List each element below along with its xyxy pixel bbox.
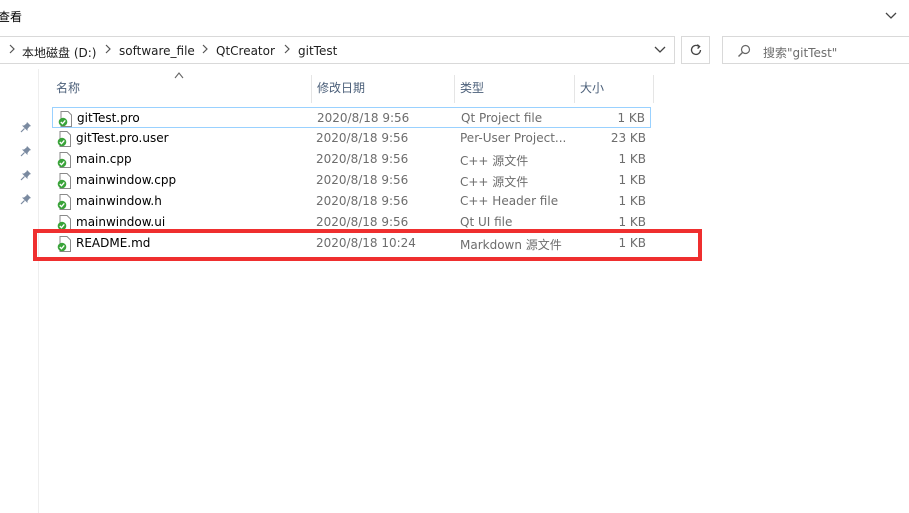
file-row[interactable]: mainwindow.h 2020/8/18 9:56 C++ Header f… — [52, 191, 651, 212]
file-size: 23 KB — [610, 131, 646, 145]
chevron-down-icon[interactable] — [883, 7, 899, 23]
column-header-row: 名称 修改日期 类型 大小 — [38, 72, 658, 103]
chevron-right-icon[interactable] — [9, 44, 15, 54]
search-input[interactable]: 搜索"gitTest" — [722, 36, 909, 64]
file-name: gitTest.pro.user — [76, 131, 169, 145]
ribbon-menu: 查看 — [0, 0, 909, 32]
file-row[interactable]: mainwindow.cpp 2020/8/18 9:56 C++ 源文件 1 … — [52, 170, 651, 191]
file-type: Qt UI file — [460, 215, 513, 229]
column-header-size[interactable]: 大小 — [580, 73, 604, 103]
highlight-annotation-box — [33, 229, 702, 261]
file-synced-icon — [57, 131, 71, 147]
file-synced-icon — [57, 194, 71, 210]
chevron-right-icon[interactable] — [284, 44, 290, 54]
file-type: Qt Project file — [461, 111, 543, 125]
address-bar[interactable]: 本地磁盘 (D:) software_file QtCreator gitTes… — [0, 36, 675, 64]
file-size: 1 KB — [618, 173, 646, 187]
file-modified: 2020/8/18 9:56 — [316, 194, 409, 208]
file-type: C++ Header file — [460, 194, 559, 208]
chevron-right-icon[interactable] — [105, 44, 111, 54]
view-tab[interactable]: 查看 — [0, 8, 22, 25]
file-synced-icon — [57, 152, 71, 168]
file-modified: 2020/8/18 9:56 — [316, 173, 409, 187]
column-header-name[interactable]: 名称 — [56, 73, 80, 103]
file-size: 1 KB — [618, 215, 646, 229]
search-placeholder: 搜索"gitTest" — [763, 46, 838, 60]
navigation-pane — [0, 69, 39, 513]
file-name: mainwindow.cpp — [76, 173, 177, 187]
file-type: C++ 源文件 — [460, 175, 529, 189]
pin-icon[interactable] — [20, 145, 32, 157]
file-row[interactable]: gitTest.pro.user 2020/8/18 9:56 Per-User… — [52, 128, 651, 149]
file-synced-icon — [58, 111, 72, 127]
column-divider[interactable] — [311, 75, 312, 103]
file-size: 1 KB — [617, 111, 645, 125]
file-name: mainwindow.ui — [76, 215, 166, 229]
address-toolbar: 本地磁盘 (D:) software_file QtCreator gitTes… — [0, 33, 909, 69]
file-modified: 2020/8/18 9:56 — [316, 152, 409, 166]
file-name: mainwindow.h — [76, 194, 162, 208]
column-header-type[interactable]: 类型 — [460, 73, 484, 103]
refresh-button[interactable] — [681, 36, 710, 64]
pin-icon[interactable] — [20, 121, 32, 133]
file-synced-icon — [57, 173, 71, 189]
file-type: Per-User Project... — [460, 131, 567, 145]
column-divider[interactable] — [454, 75, 455, 103]
file-modified: 2020/8/18 9:56 — [316, 215, 409, 229]
file-row[interactable]: gitTest.pro 2020/8/18 9:56 Qt Project fi… — [52, 107, 651, 128]
breadcrumb-drive[interactable]: 本地磁盘 (D:) — [22, 44, 96, 61]
chevron-right-icon[interactable] — [202, 44, 208, 54]
pin-icon[interactable] — [20, 193, 32, 205]
refresh-icon — [690, 44, 702, 56]
file-size: 1 KB — [618, 194, 646, 208]
chevron-down-icon[interactable] — [654, 45, 666, 55]
file-name: gitTest.pro — [77, 111, 140, 125]
sort-ascending-icon — [174, 72, 184, 79]
breadcrumb-software-file[interactable]: software_file — [119, 44, 195, 58]
file-size: 1 KB — [618, 152, 646, 166]
breadcrumb-qtcreator[interactable]: QtCreator — [216, 44, 275, 58]
file-name: main.cpp — [76, 152, 132, 166]
pin-icon[interactable] — [20, 169, 32, 181]
column-divider[interactable] — [574, 75, 575, 103]
file-row[interactable]: main.cpp 2020/8/18 9:56 C++ 源文件 1 KB — [52, 149, 651, 170]
breadcrumb-gittest[interactable]: gitTest — [298, 44, 337, 58]
search-icon — [738, 44, 751, 57]
column-header-modified[interactable]: 修改日期 — [317, 73, 365, 103]
file-type: C++ 源文件 — [460, 154, 529, 168]
file-modified: 2020/8/18 9:56 — [317, 111, 410, 125]
file-modified: 2020/8/18 9:56 — [316, 131, 409, 145]
column-divider[interactable] — [653, 75, 654, 103]
